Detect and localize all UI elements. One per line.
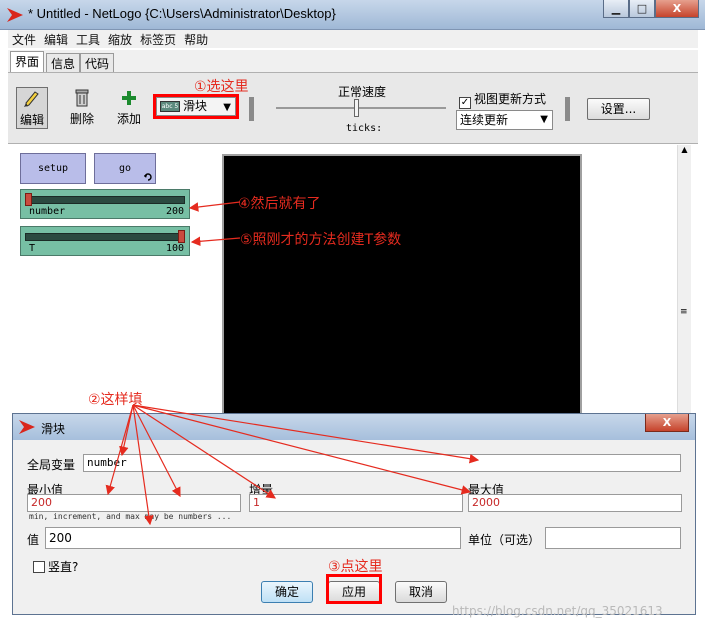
checkbox-checked-icon[interactable]: ✓ (459, 97, 471, 109)
forever-loop-icon (144, 173, 152, 181)
annotation-step5: ⑤照刚才的方法创建T参数 (240, 232, 402, 248)
menu-edit[interactable]: 编辑 (40, 31, 72, 48)
title-bar: * Untitled - NetLogo {C:\Users\Administr… (0, 0, 705, 30)
max-input[interactable]: 2000 (468, 494, 682, 512)
vertical-label: 竖直? (48, 560, 79, 574)
tab-code[interactable]: 代码 (80, 53, 115, 72)
tab-info[interactable]: 信息 (46, 53, 81, 72)
ok-button[interactable]: 确定 (261, 581, 313, 603)
annotation-step1: ①选这里 (194, 79, 249, 95)
increment-input[interactable]: 1 (249, 494, 463, 512)
close-button[interactable]: X (655, 0, 699, 18)
edit-button[interactable]: 编辑 (16, 87, 48, 129)
scroll-up-icon[interactable]: ▲ (678, 145, 691, 158)
t-slider[interactable]: T 100 (20, 226, 190, 256)
dialog-title-bar: 滑块 X (13, 414, 695, 440)
value-label: 值 (27, 533, 40, 547)
global-var-input[interactable]: number (83, 454, 681, 472)
min-input[interactable]: 200 (27, 494, 241, 512)
trash-icon (75, 89, 89, 107)
slider-name: number (29, 206, 66, 217)
watermark-text: https://blog.csdn.net/qq_35021613 (452, 604, 663, 618)
menu-file[interactable]: 文件 (8, 31, 40, 48)
window-title: * Untitled - NetLogo {C:\Users\Administr… (28, 6, 336, 21)
highlight-apply-button (326, 574, 382, 604)
add-button[interactable]: 添加 (114, 89, 144, 127)
menu-tools[interactable]: 工具 (72, 31, 104, 48)
tab-bar: 界面 信息 代码 (8, 50, 698, 72)
value-input[interactable]: 200 (45, 527, 461, 549)
global-var-label: 全局变量 (27, 458, 76, 472)
scroll-grip-icon[interactable]: ≡ (680, 307, 689, 317)
plus-icon (122, 91, 136, 105)
delete-button[interactable]: 删除 (68, 89, 96, 127)
annotation-step4: ④然后就有了 (238, 196, 321, 212)
menu-tabs[interactable]: 标签页 (136, 31, 180, 48)
tab-interface[interactable]: 界面 (10, 51, 45, 72)
vertical-checkbox[interactable]: 竖直? (33, 558, 78, 575)
annotation-step3: ③点这里 (328, 559, 383, 575)
toolbar-separator (565, 97, 570, 121)
view-updates-label: 视图更新方式 (474, 92, 547, 106)
slider-name: T (29, 243, 36, 254)
edit-label: 编辑 (19, 113, 44, 127)
vertical-scrollbar[interactable]: ▲ ≡ (677, 145, 691, 415)
slider-value: 200 (165, 206, 184, 217)
add-label: 添加 (116, 112, 141, 126)
menu-bar: 文件 编辑 工具 缩放 标签页 帮助 (8, 30, 698, 48)
view-updates-checkbox[interactable]: ✓ 视图更新方式 (459, 90, 546, 109)
settings-button[interactable]: 设置... (587, 98, 650, 120)
speed-slider-track[interactable] (276, 107, 446, 109)
maximize-button[interactable]: □ (629, 0, 655, 18)
speed-slider-thumb[interactable] (354, 99, 359, 117)
toolbar: 编辑 删除 添加 abc 5 滑块 ▼ 正常速度 ticks: ✓ 视图更新方式 … (8, 72, 698, 144)
slider-value: 100 (165, 243, 184, 254)
go-button[interactable]: go (94, 153, 156, 184)
range-hint: min, increment, and max may be numbers .… (29, 512, 232, 521)
netlogo-logo-icon (19, 420, 35, 434)
update-mode-value: 连续更新 (460, 113, 509, 127)
delete-label: 删除 (69, 112, 94, 126)
highlight-widget-select (153, 94, 239, 119)
go-label: go (118, 163, 132, 174)
menu-help[interactable]: 帮助 (180, 31, 212, 48)
speed-label: 正常速度 (338, 85, 387, 99)
menu-zoom[interactable]: 缩放 (104, 31, 136, 48)
number-slider[interactable]: number 200 (20, 189, 190, 219)
pencil-icon (24, 91, 39, 107)
netlogo-logo-icon (7, 8, 23, 22)
units-label: 单位（可选） (468, 533, 541, 547)
slider-track[interactable] (25, 233, 185, 241)
cancel-button[interactable]: 取消 (395, 581, 447, 603)
update-mode-select[interactable]: 连续更新 ▼ (456, 110, 553, 130)
checkbox-unchecked-icon[interactable] (33, 561, 45, 573)
slider-thumb[interactable] (25, 193, 32, 206)
ticks-label: ticks: (346, 123, 383, 134)
annotation-step2: ②这样填 (88, 392, 143, 408)
dialog-close-button[interactable]: X (645, 414, 689, 432)
toolbar-separator (249, 97, 254, 121)
slider-track[interactable] (25, 196, 185, 204)
setup-button[interactable]: setup (20, 153, 86, 184)
dialog-title: 滑块 (41, 422, 66, 436)
minimize-button[interactable]: ▁ (603, 0, 629, 18)
slider-thumb[interactable] (178, 230, 185, 243)
units-input[interactable] (545, 527, 681, 549)
chevron-down-icon: ▼ (540, 114, 548, 125)
